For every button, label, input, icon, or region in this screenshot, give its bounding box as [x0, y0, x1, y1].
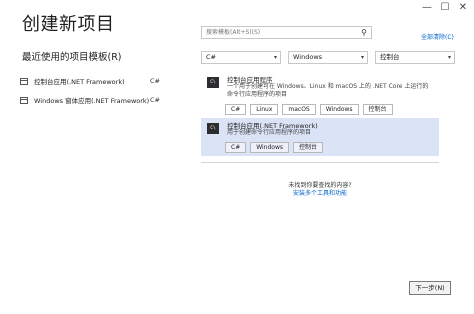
project-type-filter-value: 控制台 [380, 53, 400, 61]
template-card-console-framework[interactable]: C\ 控制台应用(.NET Framework) 用于创建命令行应用程序的项目 … [201, 118, 439, 156]
console-app-icon: C\ [207, 77, 219, 88]
console-app-icon [20, 77, 28, 85]
minimize-button[interactable]: — [418, 1, 436, 15]
search-placeholder: 搜索模板(Alt+S)(S) [206, 29, 261, 36]
platform-filter-value: Windows [293, 53, 323, 61]
tag-macos: macOS [282, 104, 316, 115]
recent-template-item[interactable]: 控制台应用(.NET Framework) C# [20, 74, 160, 88]
recent-template-item[interactable]: Windows 窗体应用(.NET Framework) C# [20, 93, 160, 107]
template-tags: C# Windows 控制台 [225, 142, 324, 153]
close-button[interactable]: ✕ [454, 1, 472, 15]
install-tools-link[interactable]: 安装多个工具和功能 [201, 188, 439, 197]
windows-forms-icon [20, 96, 28, 104]
project-type-filter-dropdown[interactable]: 控制台 ▾ [375, 51, 455, 64]
tag-linux: Linux [250, 104, 279, 115]
tag-windows: Windows [250, 142, 290, 153]
tag-language: C# [225, 142, 247, 153]
platform-filter-dropdown[interactable]: Windows ▾ [288, 51, 368, 64]
chevron-down-icon: ▾ [360, 54, 364, 61]
clear-all-link[interactable]: 全部清除(C) [421, 32, 454, 41]
language-filter-value: C# [206, 53, 216, 61]
template-tags: C# Linux macOS Windows 控制台 [225, 104, 393, 115]
tag-console: 控制台 [293, 142, 324, 153]
next-button[interactable]: 下一步(N) [409, 281, 451, 295]
chevron-down-icon: ▾ [273, 54, 277, 61]
recent-template-language: C# [150, 77, 160, 85]
template-description: 一个用于创建可在 Windows、Linux 和 macOS 上的 .NET C… [227, 83, 429, 98]
tag-language: C# [225, 104, 247, 115]
template-card-console-app[interactable]: C\ 控制台应用程序 一个用于创建可在 Windows、Linux 和 macO… [201, 72, 439, 116]
search-input[interactable]: 搜索模板(Alt+S)(S) ⚲ [201, 26, 372, 39]
tag-console: 控制台 [362, 104, 393, 115]
recent-template-language: C# [150, 96, 160, 104]
search-icon[interactable]: ⚲ [361, 28, 367, 38]
list-divider [201, 162, 439, 163]
chevron-down-icon: ▾ [447, 54, 451, 61]
recent-templates-title: 最近使用的项目模板(R) [22, 52, 122, 63]
recent-template-label: 控制台应用(.NET Framework) [34, 78, 125, 86]
language-filter-dropdown[interactable]: C# ▾ [201, 51, 281, 64]
maximize-button[interactable]: ☐ [436, 1, 454, 15]
recent-template-label: Windows 窗体应用(.NET Framework) [34, 97, 150, 105]
template-description: 用于创建命令行应用程序的项目 [227, 129, 312, 136]
console-app-icon: C\ [207, 123, 219, 134]
tag-windows: Windows [319, 104, 359, 115]
page-title: 创建新项目 [22, 14, 115, 35]
